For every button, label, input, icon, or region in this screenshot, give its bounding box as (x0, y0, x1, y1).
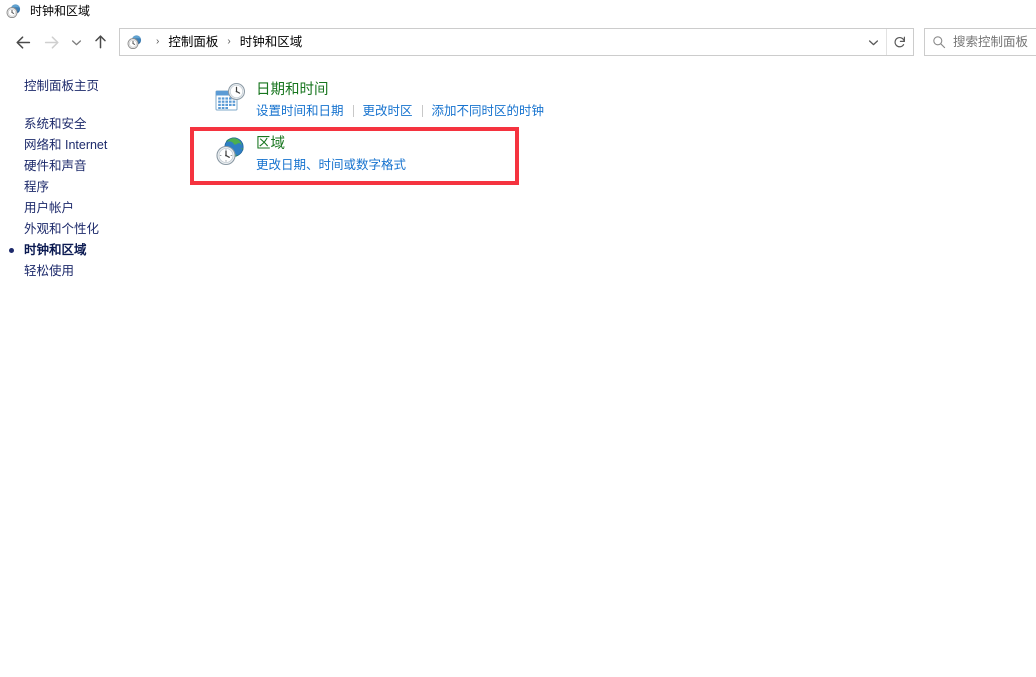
sidebar-item-user-accounts[interactable]: 用户帐户 (0, 198, 200, 219)
clock-globe-icon (127, 34, 143, 50)
sidebar-item-label: 外观和个性化 (24, 222, 100, 236)
link-change-time-zone[interactable]: 更改时区 (363, 102, 413, 120)
category-body: 区域 更改日期、时间或数字格式 (256, 134, 406, 174)
sidebar-item-label: 网络和 Internet (24, 138, 108, 152)
sidebar-item-hardware-and-sound[interactable]: 硬件和声音 (0, 156, 200, 177)
sidebar-item-label: 用户帐户 (24, 201, 75, 215)
sidebar-item-label: 时钟和区域 (24, 243, 87, 257)
search-input[interactable] (953, 35, 1036, 49)
content-area: 控制面板主页 系统和安全 网络和 Internet 硬件和声音 程序 用户帐户 … (0, 62, 1036, 677)
link-set-time-and-date[interactable]: 设置时间和日期 (256, 102, 344, 120)
window-title: 时钟和区域 (30, 4, 91, 18)
back-button[interactable] (9, 27, 37, 57)
sidebar-item-system-and-security[interactable]: 系统和安全 (0, 114, 200, 135)
breadcrumb-separator-1: › (227, 36, 231, 47)
address-bar-actions (860, 29, 913, 55)
address-bar[interactable]: › 控制面板 › 时钟和区域 (119, 28, 914, 56)
sidebar-item-label: 轻松使用 (24, 264, 75, 278)
sidebar-item-label: 硬件和声音 (24, 159, 87, 173)
up-button[interactable] (87, 27, 113, 57)
search-icon (925, 35, 953, 49)
refresh-button[interactable] (886, 29, 913, 55)
current-item-bullet-icon (9, 248, 14, 253)
link-add-clocks-for-different-time-zones[interactable]: 添加不同时区的时钟 (432, 102, 545, 120)
clock-globe-icon (6, 3, 22, 19)
forward-button[interactable] (37, 27, 65, 57)
breadcrumb-separator-0: › (156, 36, 160, 47)
sidebar-item-network-and-internet[interactable]: 网络和 Internet (0, 135, 200, 156)
breadcrumb-item-clock-and-region[interactable]: 时钟和区域 (238, 30, 305, 54)
recent-locations-button[interactable] (65, 27, 87, 57)
breadcrumb: › 控制面板 › 时钟和区域 (149, 30, 860, 54)
category-region: 区域 更改日期、时间或数字格式 (200, 130, 1036, 178)
sidebar-item-clock-and-region[interactable]: 时钟和区域 (0, 240, 200, 261)
category-links: 设置时间和日期 更改时区 添加不同时区的时钟 (256, 102, 544, 120)
sidebar-item-label: 程序 (24, 180, 50, 194)
sidebar-item-label: 控制面板主页 (24, 79, 100, 93)
sidebar-item-appearance-and-personalization[interactable]: 外观和个性化 (0, 219, 200, 240)
link-divider (352, 105, 354, 117)
breadcrumb-item-control-panel[interactable]: 控制面板 (166, 30, 220, 54)
sidebar-item-control-panel-home[interactable]: 控制面板主页 (0, 76, 200, 97)
sidebar-item-programs[interactable]: 程序 (0, 177, 200, 198)
category-links: 更改日期、时间或数字格式 (256, 156, 406, 174)
search-box[interactable] (924, 28, 1036, 56)
category-date-and-time: 日期和时间 设置时间和日期 更改时区 添加不同时区的时钟 (200, 76, 1036, 124)
calendar-clock-icon (214, 82, 246, 114)
navigation-toolbar: › 控制面板 › 时钟和区域 (0, 22, 1036, 62)
category-title-region[interactable]: 区域 (256, 134, 285, 154)
main-panel: 日期和时间 设置时间和日期 更改时区 添加不同时区的时钟 区域 更改日期、时间或… (200, 62, 1036, 677)
title-bar: 时钟和区域 (0, 0, 1036, 22)
globe-clock-icon (214, 136, 246, 168)
sidebar-item-label: 系统和安全 (24, 117, 87, 131)
category-body: 日期和时间 设置时间和日期 更改时区 添加不同时区的时钟 (256, 80, 544, 120)
address-dropdown-button[interactable] (860, 29, 886, 55)
sidebar: 控制面板主页 系统和安全 网络和 Internet 硬件和声音 程序 用户帐户 … (0, 62, 200, 677)
link-divider (421, 105, 423, 117)
category-title-date-and-time[interactable]: 日期和时间 (256, 80, 329, 100)
sidebar-item-ease-of-access[interactable]: 轻松使用 (0, 261, 200, 282)
link-change-date-time-or-number-formats[interactable]: 更改日期、时间或数字格式 (256, 156, 406, 174)
